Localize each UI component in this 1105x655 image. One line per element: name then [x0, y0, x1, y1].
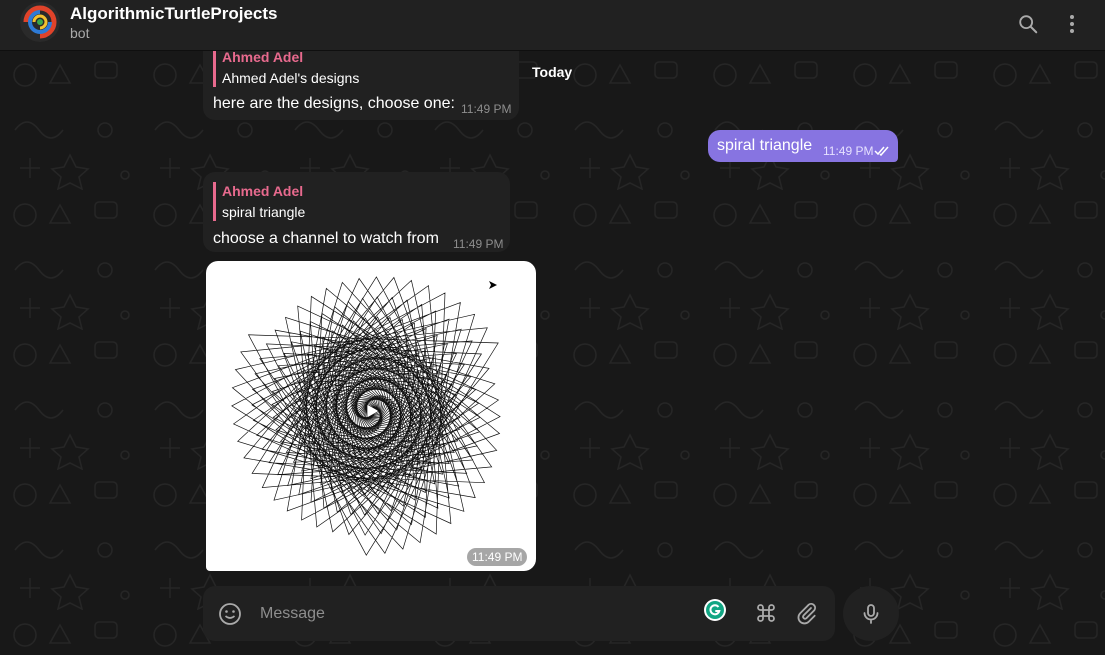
chat-title[interactable]: AlgorithmicTurtleProjects [70, 4, 278, 24]
chat-background-pattern [0, 50, 1105, 655]
message-text: spiral triangle [717, 137, 813, 154]
message-time: 11:49 PM [467, 548, 528, 566]
microphone-icon [863, 603, 879, 624]
message-text: choose a channel to watch from [213, 230, 439, 247]
microphone-button[interactable] [843, 586, 899, 641]
message-time: 11:49 PM [461, 102, 512, 116]
search-icon[interactable] [1016, 12, 1040, 36]
date-separator: Today [532, 64, 573, 80]
smile-icon[interactable] [217, 601, 243, 627]
chat-subtitle: bot [70, 25, 90, 41]
spiral-triangle-image [231, 276, 501, 556]
reply-quote[interactable]: Ahmed Adel spiral triangle [213, 182, 305, 221]
chat-header: AlgorithmicTurtleProjects bot [0, 0, 1105, 51]
message-bubble-incoming[interactable]: Ahmed Adel spiral triangle choose a chan… [203, 172, 510, 252]
message-text: here are the designs, choose one: [213, 95, 455, 112]
message-time: 11:49 PM [823, 144, 874, 158]
reply-text: spiral triangle [222, 204, 306, 220]
command-icon[interactable] [753, 600, 779, 626]
message-photo[interactable] [206, 261, 536, 571]
reply-sender-name: Ahmed Adel [222, 183, 304, 199]
reply-quote[interactable]: Ahmed Adel Ahmed Adel's designs [213, 48, 359, 87]
message-time: 11:49 PM [453, 237, 504, 251]
grammarly-icon[interactable] [703, 598, 727, 622]
message-bubble-outgoing[interactable]: spiral triangle 11:49 PM [708, 130, 898, 162]
reply-text: Ahmed Adel's designs [222, 70, 360, 86]
message-input[interactable] [258, 600, 682, 628]
avatar[interactable] [20, 2, 60, 42]
paperclip-icon[interactable] [794, 600, 820, 626]
more-vertical-icon[interactable] [1060, 12, 1084, 36]
double-check-icon [874, 146, 889, 157]
message-composer [203, 586, 835, 641]
